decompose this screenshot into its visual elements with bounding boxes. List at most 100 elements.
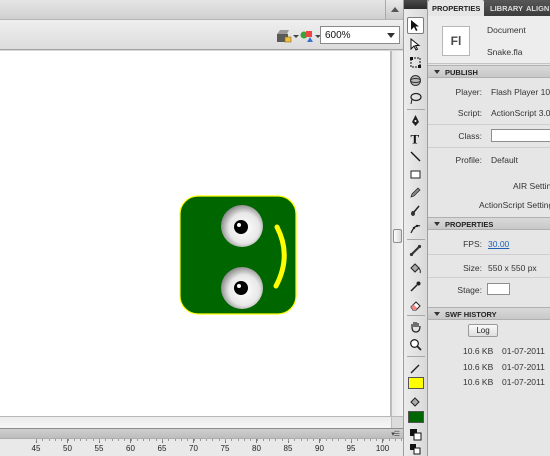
divider bbox=[428, 124, 550, 125]
stroke-color-swatch[interactable] bbox=[408, 377, 424, 389]
ruler-minor-tick bbox=[231, 439, 233, 441]
tab-properties[interactable]: PROPERTIES bbox=[428, 0, 484, 16]
ruler-minor-tick bbox=[369, 439, 371, 441]
flash-document-icon: Fl bbox=[442, 26, 470, 56]
lasso-tool-icon[interactable] bbox=[407, 90, 424, 107]
properties-section-header[interactable]: PROPERTIES bbox=[428, 217, 550, 230]
ruler-minor-tick bbox=[338, 439, 340, 441]
player-value[interactable]: Flash Player 10 bbox=[491, 87, 550, 97]
air-settings-link[interactable]: AIR Settings bbox=[513, 181, 550, 191]
up-arrow-icon bbox=[391, 7, 399, 12]
eraser-tool-icon[interactable] bbox=[407, 296, 424, 313]
divider bbox=[428, 147, 550, 148]
size-value: 550 x 550 px bbox=[488, 263, 537, 273]
ruler-label: 100 bbox=[375, 444, 390, 453]
scroll-thumb[interactable] bbox=[393, 229, 402, 243]
edit-symbols-icon[interactable] bbox=[299, 28, 315, 44]
ruler-label: 55 bbox=[94, 444, 104, 453]
bone-tool-icon[interactable] bbox=[407, 242, 424, 259]
fps-value[interactable]: 30.00 bbox=[488, 239, 509, 249]
ruler-minor-tick bbox=[105, 439, 107, 441]
ruler-minor-tick bbox=[250, 439, 252, 441]
hand-tool-icon[interactable] bbox=[407, 318, 424, 335]
ruler-minor-tick bbox=[86, 439, 88, 441]
chevron-down-icon bbox=[387, 33, 395, 38]
divider bbox=[428, 277, 550, 278]
fill-color-bucket-icon bbox=[407, 394, 424, 411]
ruler-minor-tick bbox=[351, 439, 352, 441]
horizontal-scrollbar[interactable] bbox=[0, 416, 403, 429]
history-date: 01-07-2011 bbox=[502, 362, 545, 372]
ruler-minor-tick bbox=[155, 439, 157, 441]
panel-tabs: PROPERTIES LIBRARY ALIGN bbox=[428, 0, 550, 16]
ruler-minor-tick bbox=[395, 439, 397, 441]
snake-head-artwork[interactable] bbox=[178, 194, 298, 316]
panel-menu-icon[interactable]: ▾☰ bbox=[391, 430, 400, 438]
fill-color-swatch[interactable] bbox=[408, 411, 424, 423]
ruler-minor-tick bbox=[61, 439, 63, 441]
ruler-minor-tick bbox=[363, 439, 365, 441]
ruler-minor-tick bbox=[275, 439, 277, 441]
ruler-minor-tick bbox=[99, 439, 100, 441]
profile-value[interactable]: Default bbox=[491, 155, 518, 165]
pen-tool-icon[interactable] bbox=[407, 112, 424, 129]
scroll-up-button[interactable] bbox=[385, 0, 403, 19]
tools-panel: T bbox=[403, 0, 428, 456]
actionscript-settings-link[interactable]: ActionScript Settings bbox=[479, 200, 550, 210]
ruler-minor-tick bbox=[67, 439, 69, 441]
ruler-label: 95 bbox=[346, 444, 356, 453]
tool-divider bbox=[407, 356, 425, 357]
history-size: 10.6 KB bbox=[463, 346, 494, 356]
paint-bucket-icon[interactable] bbox=[407, 260, 424, 277]
snake-pupil-top-highlight bbox=[237, 223, 241, 227]
tab-align[interactable]: ALIGN bbox=[522, 0, 549, 16]
deco-tool-icon[interactable] bbox=[407, 220, 424, 237]
pencil-tool-icon[interactable] bbox=[407, 184, 424, 201]
swap-colors-icon[interactable] bbox=[407, 441, 424, 456]
ruler-minor-tick bbox=[256, 439, 258, 441]
zoom-dropdown[interactable]: 600% bbox=[320, 26, 400, 44]
line-tool-icon[interactable] bbox=[407, 148, 424, 165]
tool-divider bbox=[407, 109, 425, 110]
subselection-tool-icon[interactable] bbox=[407, 36, 424, 53]
ruler-minor-tick bbox=[73, 439, 75, 441]
document-tab-bar bbox=[0, 0, 403, 20]
ruler-minor-tick bbox=[48, 439, 50, 441]
ruler-minor-tick bbox=[243, 439, 245, 441]
script-label: Script: bbox=[457, 108, 482, 118]
zoom-tool-icon[interactable] bbox=[407, 336, 424, 353]
history-date: 01-07-2011 bbox=[502, 346, 545, 356]
ruler-minor-tick bbox=[313, 439, 315, 441]
ruler-minor-tick bbox=[136, 439, 138, 441]
script-value[interactable]: ActionScript 3.0 bbox=[491, 108, 550, 118]
history-date: 01-07-2011 bbox=[502, 377, 545, 387]
document-info: Fl Document Snake.fla bbox=[428, 16, 550, 64]
stage-canvas[interactable] bbox=[0, 51, 391, 416]
ruler-minor-tick bbox=[325, 439, 327, 441]
panel-grip[interactable] bbox=[404, 0, 427, 9]
brush-tool-icon[interactable] bbox=[407, 202, 424, 219]
free-transform-tool-icon[interactable] bbox=[407, 54, 424, 71]
timeline-header: ▾☰ bbox=[0, 428, 403, 438]
text-tool-icon[interactable]: T bbox=[407, 130, 424, 147]
history-size: 10.6 KB bbox=[463, 377, 494, 387]
file-name-label: Snake.fla bbox=[487, 47, 523, 57]
3d-rotation-tool-icon[interactable] bbox=[407, 72, 424, 89]
timeline-ruler[interactable]: 455055606570758085909510010 bbox=[0, 438, 418, 456]
eyedropper-tool-icon[interactable] bbox=[407, 278, 424, 295]
vertical-scrollbar[interactable] bbox=[391, 51, 403, 416]
tab-library[interactable]: LIBRARY bbox=[486, 0, 523, 16]
rectangle-tool-icon[interactable] bbox=[407, 166, 424, 183]
ruler-minor-tick bbox=[206, 439, 208, 441]
log-button[interactable]: Log bbox=[468, 324, 498, 337]
edit-scene-icon[interactable] bbox=[276, 28, 292, 44]
publish-section-header[interactable]: PUBLISH bbox=[428, 65, 550, 78]
swf-history-section-header[interactable]: SWF HISTORY bbox=[428, 307, 550, 320]
class-input[interactable] bbox=[491, 129, 550, 142]
ruler-minor-tick bbox=[187, 439, 189, 441]
ruler-minor-tick bbox=[294, 439, 296, 441]
stage-color-swatch[interactable] bbox=[487, 283, 510, 295]
tab-strip bbox=[0, 0, 385, 19]
ruler-minor-tick bbox=[168, 439, 170, 441]
selection-tool-icon[interactable] bbox=[407, 17, 424, 34]
